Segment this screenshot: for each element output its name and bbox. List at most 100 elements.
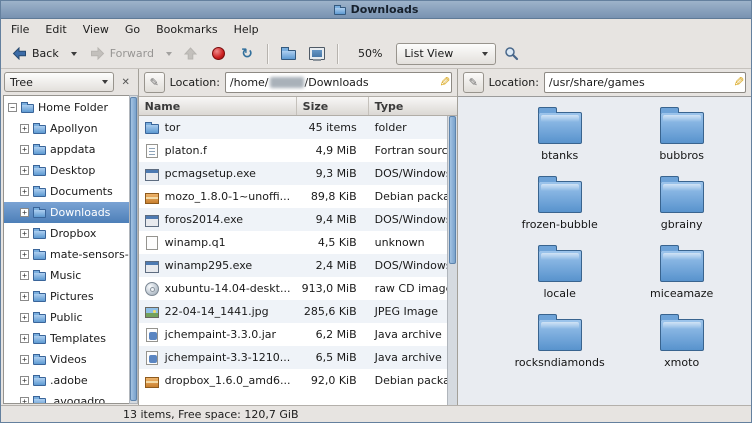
- expander-icon[interactable]: +: [20, 229, 29, 238]
- tree-item-label: Pictures: [50, 290, 129, 303]
- menu-item[interactable]: Edit: [37, 19, 74, 39]
- location-edit-toggle-button[interactable]: ✎: [463, 72, 484, 93]
- location-input[interactable]: /usr/share/games ✎: [544, 72, 746, 93]
- tree-item[interactable]: + .adobe: [4, 370, 129, 391]
- column-header-name[interactable]: Name: [139, 97, 297, 115]
- folder-item[interactable]: gbrainy: [622, 174, 742, 231]
- expander-icon[interactable]: +: [20, 355, 29, 364]
- folder-item[interactable]: miceamaze: [622, 243, 742, 300]
- menu-item[interactable]: File: [3, 19, 37, 39]
- back-button[interactable]: Back: [5, 42, 66, 66]
- menu-item[interactable]: Go: [117, 19, 148, 39]
- folder-label: btanks: [541, 149, 578, 162]
- view-selector[interactable]: List View: [396, 43, 496, 65]
- home-folder-icon: [281, 50, 296, 60]
- location-input[interactable]: /home//Downloads ✎: [225, 72, 452, 93]
- file-row[interactable]: platon.f 4,9 MiB Fortran source co: [139, 139, 447, 162]
- expander-icon[interactable]: +: [20, 250, 29, 259]
- expander-icon[interactable]: +: [20, 292, 29, 301]
- stop-button[interactable]: [206, 42, 232, 66]
- file-row[interactable]: mozo_1.8.0-1~unoffi... 89,8 KiB Debian p…: [139, 185, 447, 208]
- folder-icon: [33, 125, 46, 134]
- main-area: Tree ✕ − Home Folder + Apollyo: [1, 69, 751, 405]
- expander-icon[interactable]: +: [20, 208, 29, 217]
- tree-item[interactable]: + Desktop: [4, 160, 129, 181]
- tree-item[interactable]: + Documents: [4, 181, 129, 202]
- folder-icon: [33, 251, 46, 260]
- file-row[interactable]: 22-04-14_1441.jpg 285,6 KiB JPEG Image: [139, 300, 447, 323]
- forward-button[interactable]: Forward: [83, 42, 161, 66]
- scrollbar-thumb[interactable]: [130, 97, 137, 401]
- sidebar-scrollbar[interactable]: [129, 95, 138, 404]
- home-button[interactable]: [276, 42, 302, 66]
- menu-item[interactable]: Bookmarks: [148, 19, 225, 39]
- file-list: tor 45 items folder platon.f 4,9 MiB For…: [139, 116, 447, 405]
- column-header-size[interactable]: Size: [297, 97, 369, 115]
- expander-icon[interactable]: +: [20, 334, 29, 343]
- folder-icon: [660, 181, 704, 213]
- search-button[interactable]: [498, 42, 524, 66]
- file-row[interactable]: pcmagsetup.exe 9,3 MiB DOS/Windows ex: [139, 162, 447, 185]
- menu-item[interactable]: View: [75, 19, 117, 39]
- tree-item[interactable]: + Public: [4, 307, 129, 328]
- menu-item[interactable]: Help: [226, 19, 267, 39]
- chevron-down-icon: [102, 80, 108, 84]
- file-type: unknown: [369, 236, 447, 249]
- tree-item[interactable]: + Downloads: [4, 202, 129, 223]
- close-sidebar-button[interactable]: ✕: [117, 73, 135, 91]
- expander-icon[interactable]: +: [20, 145, 29, 154]
- sidebar-mode-selector[interactable]: Tree: [4, 72, 114, 92]
- up-button[interactable]: [178, 42, 204, 66]
- tree-item[interactable]: − Home Folder: [4, 97, 129, 118]
- tree-item[interactable]: + .avogadro: [4, 391, 129, 404]
- folder-item[interactable]: rocksndiamonds: [500, 312, 620, 369]
- location-edit-toggle-button[interactable]: ✎: [144, 72, 165, 93]
- computer-button[interactable]: [304, 42, 330, 66]
- expander-icon[interactable]: +: [20, 166, 29, 175]
- expander-icon[interactable]: +: [20, 271, 29, 280]
- window-title: Downloads: [351, 3, 419, 16]
- folder-icon: [33, 230, 46, 239]
- tree-item-label: Dropbox: [50, 227, 129, 240]
- file-row[interactable]: jchempaint-3.3.0.jar 6,2 MiB Java archiv…: [139, 323, 447, 346]
- file-list-scrollbar[interactable]: [447, 116, 457, 405]
- expander-icon[interactable]: +: [20, 187, 29, 196]
- zoom-level[interactable]: 50%: [346, 47, 394, 60]
- folder-item[interactable]: frozen-bubble: [500, 174, 620, 231]
- back-history-dropdown[interactable]: [68, 42, 81, 66]
- right-location-bar: ✎ Location: /usr/share/games ✎: [458, 69, 751, 96]
- file-row[interactable]: xubuntu-14.04-deskt... 913,0 MiB raw CD …: [139, 277, 447, 300]
- tree-item-label: Desktop: [50, 164, 129, 177]
- folder-item[interactable]: locale: [500, 243, 620, 300]
- close-icon: ✕: [121, 77, 129, 88]
- tree-item[interactable]: + Templates: [4, 328, 129, 349]
- column-header-type[interactable]: Type: [369, 97, 457, 115]
- file-icon: [146, 328, 158, 342]
- file-row[interactable]: jchempaint-3.3-1210... 6,5 MiB Java arch…: [139, 346, 447, 369]
- expander-icon[interactable]: +: [20, 376, 29, 385]
- expander-icon[interactable]: −: [8, 103, 17, 112]
- file-row[interactable]: tor 45 items folder: [139, 116, 447, 139]
- file-type: Debian package: [369, 374, 447, 387]
- tree-item[interactable]: + Music: [4, 265, 129, 286]
- expander-icon[interactable]: +: [20, 397, 29, 404]
- scrollbar-thumb[interactable]: [449, 116, 456, 264]
- tree-item[interactable]: + mate-sensors-: [4, 244, 129, 265]
- file-row[interactable]: winamp.q1 4,5 KiB unknown: [139, 231, 447, 254]
- tree-item[interactable]: + appdata: [4, 139, 129, 160]
- tree-item[interactable]: + Apollyon: [4, 118, 129, 139]
- tree-item[interactable]: + Dropbox: [4, 223, 129, 244]
- folder-item[interactable]: bubbros: [622, 105, 742, 162]
- file-row[interactable]: dropbox_1.6.0_amd6... 92,0 KiB Debian pa…: [139, 369, 447, 392]
- tree-item[interactable]: + Pictures: [4, 286, 129, 307]
- expander-icon[interactable]: +: [20, 313, 29, 322]
- file-row[interactable]: winamp295.exe 2,4 MiB DOS/Windows ex: [139, 254, 447, 277]
- file-row[interactable]: foros2014.exe 9,4 MiB DOS/Windows ex: [139, 208, 447, 231]
- expander-icon[interactable]: +: [20, 124, 29, 133]
- folder-item[interactable]: xmoto: [622, 312, 742, 369]
- tree-item[interactable]: + Videos: [4, 349, 129, 370]
- forward-history-dropdown[interactable]: [163, 42, 176, 66]
- folder-item[interactable]: btanks: [500, 105, 620, 162]
- titlebar[interactable]: Downloads: [1, 1, 751, 19]
- reload-button[interactable]: ↻: [234, 42, 260, 66]
